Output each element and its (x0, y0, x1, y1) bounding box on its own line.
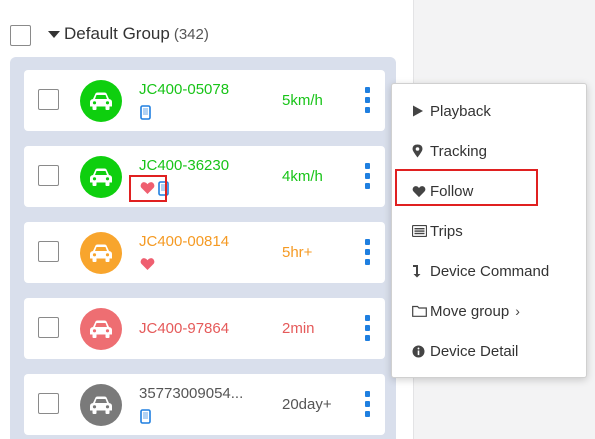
menu-item-move-group[interactable]: Move group › (392, 291, 586, 331)
menu-item-label: Device Detail (430, 342, 519, 360)
group-count: (342) (173, 26, 209, 43)
device-context-menu: Playback Tracking Follow Trips Device Co… (391, 83, 587, 378)
group-checkbox[interactable] (10, 25, 31, 46)
group-title: Default Group (342) (64, 24, 209, 44)
menu-item-playback[interactable]: Playback (392, 91, 586, 131)
menu-item-label: Device Command (430, 262, 550, 280)
car-avatar (80, 308, 122, 350)
device-name[interactable]: JC400-00814 (139, 233, 229, 250)
device-card[interactable]: 35773009054... 20day+ (24, 374, 385, 435)
device-checkbox[interactable] (38, 317, 59, 338)
device-status: 20day+ (282, 396, 332, 413)
car-avatar (80, 80, 122, 122)
device-badges (140, 103, 154, 121)
menu-item-tracking[interactable]: Tracking (392, 131, 586, 171)
phone-icon (140, 104, 151, 120)
device-name[interactable]: JC400-97864 (139, 320, 229, 337)
device-status: 4km/h (282, 168, 323, 185)
device-name[interactable]: JC400-05078 (139, 81, 229, 98)
device-name[interactable]: JC400-36230 (139, 157, 229, 174)
car-icon (90, 168, 112, 186)
car-icon (90, 396, 112, 414)
device-name[interactable]: 35773009054... (139, 385, 243, 402)
menu-item-device-command[interactable]: Device Command (392, 251, 586, 291)
phone-icon (140, 408, 151, 424)
car-icon (90, 244, 112, 262)
car-avatar (80, 384, 122, 426)
list-icon (412, 225, 427, 237)
device-checkbox[interactable] (38, 241, 59, 262)
more-options-icon[interactable] (361, 315, 373, 341)
menu-item-device-detail[interactable]: Device Detail (392, 331, 586, 371)
car-icon (90, 320, 112, 338)
car-avatar (80, 156, 122, 198)
device-badges (140, 255, 158, 273)
menu-item-label: Playback (430, 102, 491, 120)
menu-item-trips[interactable]: Trips (392, 211, 586, 251)
menu-item-label: Trips (430, 222, 463, 240)
device-checkbox[interactable] (38, 89, 59, 110)
play-icon (413, 105, 423, 117)
caret-down-icon[interactable] (48, 31, 60, 38)
device-status: 2min (282, 320, 315, 337)
device-checkbox[interactable] (38, 165, 59, 186)
follow-highlight-box (395, 169, 538, 206)
command-arrow-icon (413, 265, 421, 278)
device-card[interactable]: JC400-00814 5hr+ (24, 222, 385, 283)
heart-icon (140, 258, 155, 270)
device-status: 5hr+ (282, 244, 313, 261)
info-circle-icon (412, 345, 425, 357)
group-header[interactable]: Default Group (342) (0, 22, 400, 48)
more-options-icon[interactable] (361, 391, 373, 417)
car-avatar (80, 232, 122, 274)
submenu-chevron-icon: › (515, 303, 520, 319)
more-options-icon[interactable] (361, 239, 373, 265)
group-name-label: Default Group (64, 24, 170, 43)
car-icon (90, 92, 112, 110)
heart-highlight-box (129, 175, 167, 202)
device-checkbox[interactable] (38, 393, 59, 414)
device-card[interactable]: JC400-05078 5km/h (24, 70, 385, 131)
device-card[interactable]: JC400-97864 2min (24, 298, 385, 359)
menu-item-label: Tracking (430, 142, 487, 160)
device-card[interactable]: JC400-36230 4km/h (24, 146, 385, 207)
folder-icon (412, 305, 427, 317)
device-status: 5km/h (282, 92, 323, 109)
more-options-icon[interactable] (361, 87, 373, 113)
device-badges (140, 407, 154, 425)
more-options-icon[interactable] (361, 163, 373, 189)
menu-item-label: Move group (430, 302, 510, 320)
map-marker-icon (412, 144, 423, 158)
